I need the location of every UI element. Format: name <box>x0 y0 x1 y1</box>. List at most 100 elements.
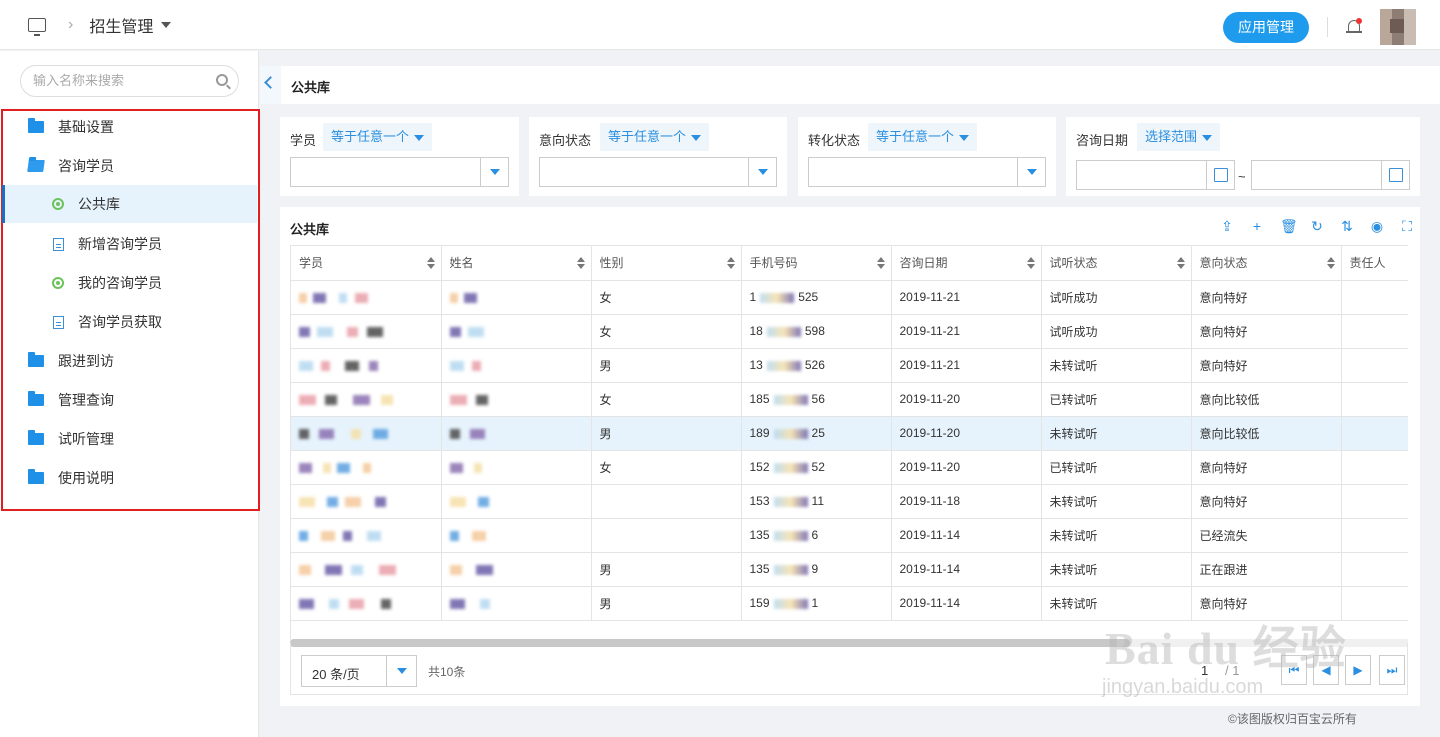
redacted-cell <box>291 280 442 315</box>
redacted-cell <box>441 314 592 349</box>
column-header[interactable]: 姓名 <box>441 246 592 281</box>
table-row[interactable]: 女 1 525 2019-11-21 试听成功 意向特好 <box>291 280 1408 315</box>
dropdown-arrow-icon[interactable] <box>386 656 416 686</box>
table-row[interactable]: 女 18 598 2019-11-21 试听成功 意向特好 <box>291 314 1408 349</box>
filter-operator-dropdown[interactable]: 等于任意一个 <box>868 123 978 151</box>
table-row[interactable]: 135 6 2019-11-14 未转试听 已经流失 <box>291 518 1408 553</box>
sort-icon[interactable]: ⇅ <box>1340 219 1354 233</box>
table-row[interactable]: 153 11 2019-11-18 未转试听 意向特好 <box>291 484 1408 519</box>
page-size-select[interactable]: 20 条/页 <box>301 655 417 687</box>
total-count: 共10条 <box>428 665 466 679</box>
table-row[interactable]: 女 152 52 2019-11-20 已转试听 意向特好 <box>291 450 1408 485</box>
table-row[interactable]: 男 135 9 2019-11-14 未转试听 正在跟进 <box>291 552 1408 587</box>
search-icon[interactable] <box>216 74 228 86</box>
delete-icon[interactable]: 🗑 <box>1280 219 1298 233</box>
date-cell: 2019-11-21 <box>891 348 1042 383</box>
date-cell: 2019-11-14 <box>891 586 1042 621</box>
filter-intent-select[interactable] <box>539 157 777 187</box>
sort-icon[interactable] <box>1026 257 1035 269</box>
table-row[interactable]: 男 13 526 2019-11-21 未转试听 意向特好 <box>291 348 1408 383</box>
redacted-block <box>343 530 352 541</box>
monitor-icon[interactable] <box>28 17 46 36</box>
chevron-down-icon[interactable] <box>161 21 172 28</box>
column-header[interactable]: 学员 <box>291 246 442 281</box>
column-header[interactable]: 责任人 <box>1341 246 1408 281</box>
trial-status-cell: 未转试听 <box>1041 416 1192 451</box>
add-icon[interactable]: + <box>1250 219 1264 233</box>
sort-icon[interactable] <box>1326 257 1335 269</box>
column-header[interactable]: 性别 <box>591 246 742 281</box>
redacted-block <box>367 530 381 541</box>
search-input[interactable] <box>33 73 213 88</box>
dropdown-arrow-icon[interactable] <box>480 158 508 186</box>
sidebar-item-follow-visit[interactable]: 跟进到访 <box>0 342 255 380</box>
redacted-cell <box>291 518 442 553</box>
last-page-icon[interactable]: ⏭ <box>1379 655 1405 685</box>
redacted-block <box>449 462 463 473</box>
sidebar-item-public-library[interactable]: 公共库 <box>2 185 257 223</box>
sidebar-item-my-students[interactable]: 我的咨询学员 <box>0 264 255 302</box>
redacted-block <box>449 428 460 439</box>
table-row[interactable]: 女 185 56 2019-11-20 已转试听 意向比较低 <box>291 382 1408 417</box>
sidebar-item-instructions[interactable]: 使用说明 <box>0 459 255 497</box>
document-icon <box>53 237 64 251</box>
collapse-sidebar-button[interactable] <box>260 66 281 104</box>
page-title: 公共库 <box>291 80 331 95</box>
fullscreen-icon[interactable]: ⛶ <box>1400 219 1414 233</box>
sidebar-item-basic-settings[interactable]: 基础设置 <box>0 108 255 146</box>
redacted-block <box>381 394 393 405</box>
redacted-block <box>766 360 801 371</box>
intent-status-cell: 意向比较低 <box>1191 382 1342 417</box>
sort-icon[interactable] <box>576 257 585 269</box>
sort-icon[interactable] <box>426 257 435 269</box>
sidebar-item-management-query[interactable]: 管理查询 <box>0 381 255 419</box>
gender-cell: 女 <box>591 450 742 485</box>
export-icon[interactable]: ⇪ <box>1220 219 1234 233</box>
table-row[interactable]: 男 189 25 2019-11-20 未转试听 意向比较低 <box>291 416 1408 451</box>
phone-cell: 135 9 <box>741 552 892 587</box>
phone-prefix: 185 <box>749 392 770 406</box>
filter-operator-dropdown[interactable]: 等于任意一个 <box>323 123 433 151</box>
filter-intent-status: 意向状态 等于任意一个 <box>529 117 787 196</box>
app-management-button[interactable]: 应用管理 <box>1223 11 1309 43</box>
sort-icon[interactable] <box>726 257 735 269</box>
redacted-block <box>449 564 462 575</box>
filter-conversion-select[interactable] <box>808 157 1046 187</box>
intent-status-cell: 意向特好 <box>1191 280 1342 315</box>
bell-icon[interactable] <box>1346 18 1362 36</box>
redacted-cell <box>441 484 592 519</box>
redacted-block <box>449 292 458 303</box>
sort-icon[interactable] <box>1176 257 1185 269</box>
filter-label: 转化状态 <box>808 133 861 148</box>
column-header[interactable]: 意向状态 <box>1191 246 1342 281</box>
sidebar-item-label: 咨询学员 <box>58 158 114 174</box>
calendar-icon[interactable] <box>1206 161 1234 189</box>
eye-icon[interactable]: ◉ <box>1370 219 1384 233</box>
sidebar-item-add-student[interactable]: 新增咨询学员 <box>0 225 255 263</box>
phone-suffix: 598 <box>804 324 825 338</box>
avatar[interactable] <box>1380 9 1416 45</box>
phone-suffix: 56 <box>811 392 825 406</box>
sidebar-item-consult-students[interactable]: 咨询学员 <box>0 147 255 185</box>
sidebar-item-student-acquire[interactable]: 咨询学员获取 <box>0 303 255 341</box>
redacted-cell <box>291 348 442 383</box>
column-header[interactable]: 手机号码 <box>741 246 892 281</box>
date-start-input[interactable] <box>1076 160 1235 190</box>
redacted-block <box>471 530 486 541</box>
dropdown-arrow-icon[interactable] <box>1017 158 1045 186</box>
dropdown-arrow-icon[interactable] <box>748 158 776 186</box>
column-header[interactable]: 咨询日期 <box>891 246 1042 281</box>
date-cell: 2019-11-14 <box>891 518 1042 553</box>
date-end-input[interactable] <box>1251 160 1410 190</box>
filter-range-dropdown[interactable]: 选择范围 <box>1137 123 1221 151</box>
refresh-icon[interactable]: ↻ <box>1310 219 1324 233</box>
filter-student-select[interactable] <box>290 157 509 187</box>
calendar-icon[interactable] <box>1381 161 1409 189</box>
intent-status-cell: 已经流失 <box>1191 518 1342 553</box>
column-header[interactable]: 试听状态 <box>1041 246 1192 281</box>
sidebar-item-trial-management[interactable]: 试听管理 <box>0 420 255 458</box>
next-page-icon[interactable]: ▶ <box>1345 655 1371 685</box>
module-title[interactable]: 招生管理 <box>89 13 153 37</box>
sort-icon[interactable] <box>876 257 885 269</box>
filter-operator-dropdown[interactable]: 等于任意一个 <box>600 123 710 151</box>
